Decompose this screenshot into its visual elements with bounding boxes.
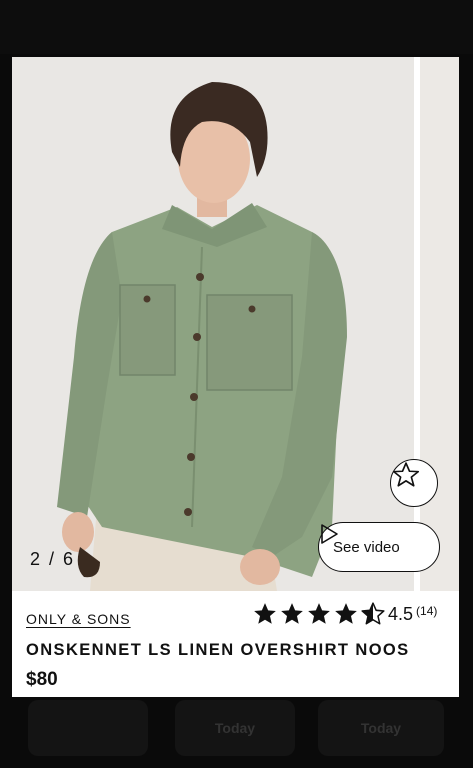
product-card[interactable]: 2 / 6 See video ONLY & SONS 4.5 (14) ONS… bbox=[12, 57, 459, 697]
image-counter: 2 / 6 bbox=[30, 549, 76, 569]
product-rating[interactable]: 4.5 (14) bbox=[252, 601, 437, 627]
background-header bbox=[0, 0, 473, 54]
next-image-preview[interactable] bbox=[414, 57, 459, 591]
star-icon bbox=[254, 603, 276, 624]
product-image-gallery[interactable]: 2 / 6 See video bbox=[12, 57, 459, 591]
background-tile: Today bbox=[318, 700, 444, 756]
background-tile bbox=[28, 700, 148, 756]
star-half-icon bbox=[361, 602, 385, 625]
product-info: ONLY & SONS 4.5 (14) ONSKENNET LS LINEN … bbox=[12, 591, 459, 697]
star-outline-icon bbox=[392, 462, 420, 487]
star-icon bbox=[308, 603, 330, 624]
see-video-label: See video bbox=[333, 538, 400, 556]
star-icon bbox=[281, 603, 303, 624]
product-price: $80 bbox=[26, 669, 58, 690]
see-video-button[interactable]: See video bbox=[318, 522, 440, 572]
favorite-button[interactable] bbox=[390, 459, 438, 507]
star-icon bbox=[335, 603, 357, 624]
background-tiles: Today Today bbox=[0, 690, 473, 768]
product-name: ONSKENNET LS LINEN OVERSHIRT NOOS bbox=[26, 641, 410, 659]
background-tile: Today bbox=[175, 700, 295, 756]
brand-link[interactable]: ONLY & SONS bbox=[26, 611, 131, 627]
rating-value: 4.5 bbox=[388, 603, 414, 624]
rating-stars bbox=[252, 601, 386, 627]
rating-count: (14) bbox=[416, 604, 438, 618]
play-triangle-icon bbox=[321, 524, 338, 544]
product-photo bbox=[12, 57, 459, 591]
